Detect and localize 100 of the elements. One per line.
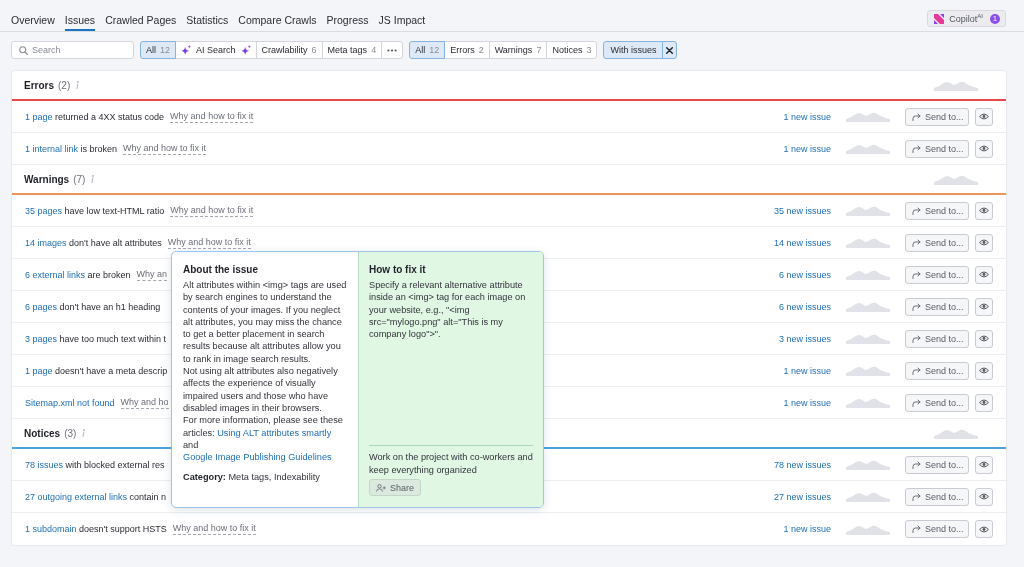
trend-sparkline — [846, 523, 890, 535]
issue-link[interactable]: 78 issues — [25, 459, 64, 470]
issue-link[interactable]: 35 pages — [25, 205, 63, 216]
nav-tab[interactable]: JS Impact — [378, 0, 426, 31]
issue-link[interactable]: 1 subdomain — [25, 524, 77, 534]
section-count: (2) — [58, 79, 71, 91]
send-to-button[interactable]: Send to... — [905, 233, 969, 252]
share-button[interactable]: Share — [369, 479, 422, 496]
send-to-button[interactable]: Send to... — [905, 329, 969, 348]
issue-link[interactable]: 27 outgoing external links — [25, 491, 128, 502]
send-to-button[interactable]: Send to... — [905, 455, 969, 474]
view-button[interactable] — [975, 455, 993, 474]
fix-help-link[interactable]: Why and how to fix it — [170, 110, 254, 123]
remove-filter-button[interactable] — [662, 41, 678, 59]
view-button[interactable] — [975, 201, 993, 220]
issue-link[interactable]: 6 pages — [25, 301, 58, 312]
send-to-button[interactable]: Send to... — [905, 107, 969, 126]
forward-arrow-icon — [912, 398, 921, 407]
popup-title: About the issue — [183, 264, 259, 275]
new-issues-link[interactable]: 35 new issues — [773, 205, 831, 216]
trend-sparkline — [846, 397, 890, 408]
view-button[interactable] — [975, 233, 993, 252]
category-filter[interactable]: Meta tags 4 — [321, 41, 383, 59]
active-filter-chip[interactable]: With issues — [603, 41, 664, 59]
category-filter[interactable]: AI Search — [175, 41, 257, 59]
new-issues-link[interactable]: 1 new issue — [783, 365, 831, 376]
trend-sparkline — [934, 173, 978, 185]
send-to-button[interactable]: Send to... — [905, 297, 969, 316]
fix-help-link[interactable]: Why an — [136, 268, 168, 281]
send-to-button[interactable]: Send to... — [905, 393, 969, 412]
forward-arrow-icon — [912, 334, 921, 343]
send-to-button[interactable]: Send to... — [905, 520, 969, 538]
view-button[interactable] — [975, 361, 993, 380]
issue-link[interactable]: 1 internal link — [25, 143, 79, 154]
new-issues-link[interactable]: 6 new issues — [778, 269, 831, 280]
issue-link[interactable]: 6 external links — [25, 269, 86, 280]
about-text: Alt attributes within <img> tags are used by search engines to understand the contents of your images. If you neglect alt attributes, you may miss the chance to get a better placement in search results because alt attributes allow you to rank in image search results. — [183, 279, 348, 366]
new-issues-link[interactable]: 78 new issues — [773, 459, 831, 470]
view-button[interactable] — [975, 107, 993, 126]
info-icon — [82, 429, 86, 437]
eye-icon — [979, 303, 989, 310]
issue-link[interactable]: 1 page — [25, 365, 53, 376]
issue-description: 3 pages have too much text within t — [25, 333, 167, 344]
close-icon — [666, 46, 674, 54]
issue-description: 1 internal link is broken — [25, 143, 118, 154]
severity-filter[interactable]: Warnings 7 — [488, 41, 548, 59]
send-to-button[interactable]: Send to... — [905, 487, 969, 506]
article-link[interactable]: Google Image Publishing Guidelines — [183, 452, 332, 463]
nav-tab[interactable]: Issues — [64, 0, 96, 31]
view-button[interactable] — [975, 393, 993, 412]
issue-link[interactable]: 1 page — [25, 111, 53, 122]
issue-link[interactable]: 14 images — [25, 237, 67, 248]
issue-description: 1 page doesn't have a meta descrip — [25, 365, 168, 376]
trend-sparkline — [846, 333, 890, 344]
nav-tab[interactable]: Compare Crawls — [238, 0, 317, 31]
send-to-button[interactable]: Send to... — [905, 265, 969, 284]
search-icon — [19, 45, 28, 55]
new-issues-link[interactable]: 1 new issue — [783, 524, 831, 534]
view-button[interactable] — [975, 297, 993, 316]
nav-tab[interactable]: Crawled Pages — [105, 0, 177, 31]
new-issues-link[interactable]: 27 new issues — [773, 491, 831, 502]
view-button[interactable] — [975, 329, 993, 348]
view-button[interactable] — [975, 265, 993, 284]
severity-filter[interactable]: All 12 — [409, 41, 446, 59]
fix-help-link[interactable]: Why and how to fix it — [172, 523, 256, 535]
new-issues-link[interactable]: 1 new issue — [783, 111, 831, 122]
new-issues-link[interactable]: 1 new issue — [783, 397, 831, 408]
view-button[interactable] — [975, 520, 993, 538]
forward-arrow-icon — [912, 460, 921, 469]
category-filter[interactable]: Crawlability 6 — [255, 41, 323, 59]
issue-link[interactable]: 3 pages — [25, 333, 58, 344]
fix-help-link[interactable]: Why and how to fix it — [123, 142, 207, 155]
send-to-button[interactable]: Send to... — [905, 361, 969, 380]
view-button[interactable] — [975, 487, 993, 506]
new-issues-link[interactable]: 1 new issue — [783, 143, 831, 154]
nav-tab[interactable]: Progress — [326, 0, 369, 31]
issue-link[interactable]: Sitemap.xml not found — [25, 397, 115, 408]
search-field[interactable]: Search — [11, 41, 134, 59]
send-to-button[interactable]: Send to... — [905, 139, 969, 158]
article-link[interactable]: Using ALT attributes smartly — [217, 427, 332, 438]
nav-tab[interactable]: Statistics — [186, 0, 229, 31]
forward-arrow-icon — [912, 238, 921, 247]
sparkle-icon — [240, 45, 251, 55]
popup-title: How to fix it — [369, 264, 427, 275]
view-button[interactable] — [975, 139, 993, 158]
fix-help-link[interactable]: Why and ho — [120, 396, 169, 409]
nav-tab[interactable]: Overview — [11, 0, 55, 31]
new-issues-link[interactable]: 6 new issues — [778, 301, 831, 312]
eye-icon — [979, 145, 989, 152]
send-to-button[interactable]: Send to... — [905, 201, 969, 220]
share-hint-text: Work on the project with co-workers and keep everything organized — [369, 451, 533, 476]
new-issues-link[interactable]: 14 new issues — [773, 237, 831, 248]
fix-help-link[interactable]: Why and how to fix it — [170, 204, 254, 217]
fix-help-link[interactable]: Why and how to fix it — [167, 236, 251, 249]
new-issues-link[interactable]: 3 new issues — [778, 333, 831, 344]
category-filter[interactable]: All 12 — [140, 41, 177, 59]
logo-icon — [934, 13, 945, 24]
severity-filter[interactable]: Errors 2 — [444, 41, 490, 59]
trend-sparkline — [846, 205, 890, 216]
severity-filter[interactable]: Notices 3 — [546, 41, 598, 59]
